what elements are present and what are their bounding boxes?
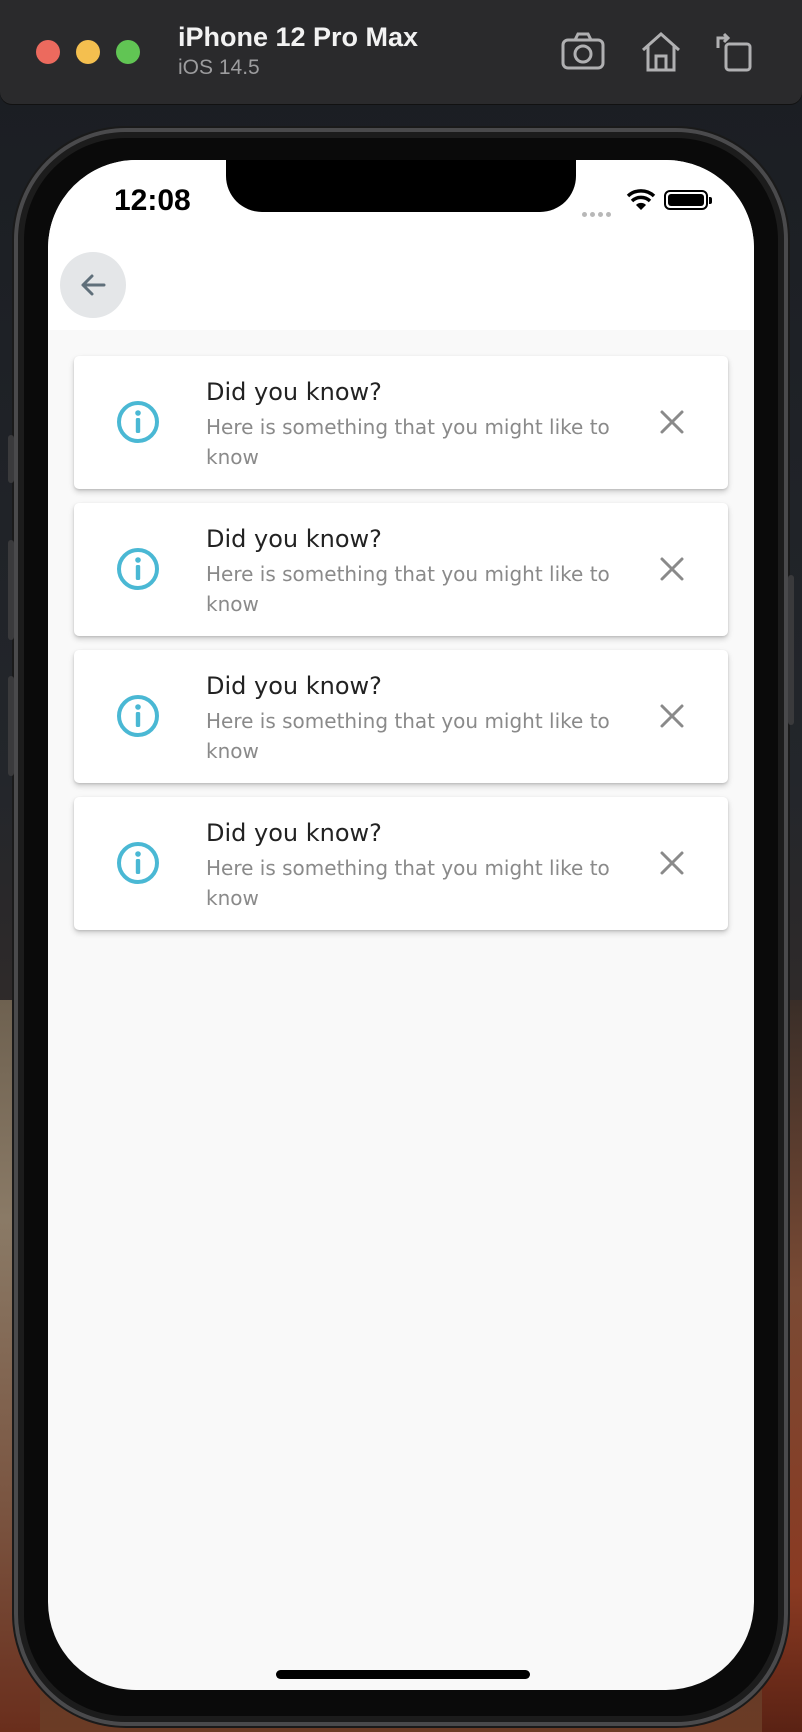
close-icon[interactable] (658, 555, 686, 583)
info-card: Did you know? Here is something that you… (74, 356, 728, 489)
arrow-left-icon (81, 274, 106, 296)
screenshot-icon[interactable] (560, 30, 606, 74)
device-screen: 12:08 Did you know? Here is something th… (48, 160, 754, 1690)
notification-list: Did you know? Here is something that you… (74, 356, 728, 944)
home-indicator[interactable] (276, 1670, 530, 1679)
close-icon[interactable] (658, 702, 686, 730)
status-time: 12:08 (114, 184, 191, 217)
side-button (788, 575, 794, 725)
battery-icon (664, 190, 712, 210)
card-body: Here is something that you might like to… (206, 415, 610, 469)
info-icon (117, 401, 159, 443)
home-icon[interactable] (638, 30, 684, 74)
device-name: iPhone 12 Pro Max (178, 22, 419, 52)
card-body: Here is something that you might like to… (206, 856, 610, 910)
device-os-version: iOS 14.5 (178, 56, 260, 79)
close-icon[interactable] (658, 408, 686, 436)
card-body: Here is something that you might like to… (206, 709, 610, 763)
signal-icon (582, 204, 614, 222)
rotate-icon[interactable] (712, 30, 758, 74)
close-window-button[interactable] (36, 40, 60, 64)
wifi-icon (626, 188, 656, 212)
back-button[interactable] (60, 252, 126, 318)
minimize-window-button[interactable] (76, 40, 100, 64)
card-title: Did you know? (206, 672, 382, 700)
card-title: Did you know? (206, 525, 382, 553)
volume-up-button (8, 540, 14, 640)
zoom-window-button[interactable] (116, 40, 140, 64)
info-card: Did you know? Here is something that you… (74, 503, 728, 636)
simulator-titlebar: iPhone 12 Pro Max iOS 14.5 (0, 0, 802, 104)
close-icon[interactable] (658, 849, 686, 877)
info-card: Did you know? Here is something that you… (74, 650, 728, 783)
notch (226, 160, 576, 212)
mute-switch (8, 435, 14, 483)
card-body: Here is something that you might like to… (206, 562, 610, 616)
card-title: Did you know? (206, 378, 382, 406)
volume-down-button (8, 676, 14, 776)
card-title: Did you know? (206, 819, 382, 847)
info-icon (117, 842, 159, 884)
info-icon (117, 548, 159, 590)
info-card: Did you know? Here is something that you… (74, 797, 728, 930)
info-icon (117, 695, 159, 737)
